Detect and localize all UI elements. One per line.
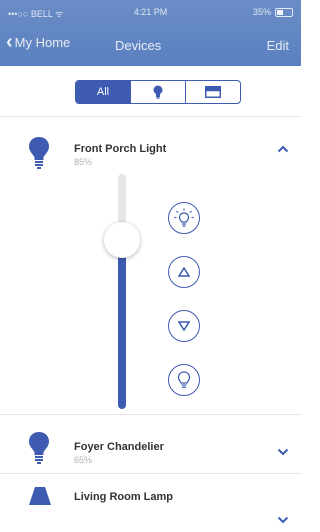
device-name: Living Room Lamp (74, 491, 173, 503)
status-bar: •••○○ BELL ᯤ 4:21 PM 35% (0, 0, 301, 22)
device-row-foyer-chandelier[interactable]: Foyer Chandelier 65% (0, 415, 301, 473)
battery-percent: 35% (252, 7, 271, 17)
filter-all-tab[interactable]: All (76, 81, 131, 103)
device-level: 65% (74, 455, 93, 465)
lightbulb-icon (29, 432, 49, 464)
brighten-button[interactable] (168, 256, 200, 288)
device-name: Foyer Chandelier (74, 441, 164, 453)
dim-button[interactable] (168, 310, 200, 342)
filter-bar: All (0, 66, 301, 116)
lightbulb-icon (153, 85, 163, 99)
triangle-up-icon (178, 267, 190, 277)
device-filter-control: All (75, 80, 241, 104)
lightbulb-off-icon (177, 371, 191, 388)
chevron-down-icon[interactable] (277, 448, 289, 456)
back-button[interactable]: ‹ My Home (6, 31, 71, 53)
device-name: Front Porch Light (74, 143, 167, 155)
filter-lights-tab[interactable] (131, 81, 186, 103)
nav-bar: ‹ My Home Devices Edit (0, 28, 301, 58)
edit-button[interactable]: Edit (267, 38, 289, 53)
lightbulb-on-icon (174, 208, 194, 227)
filter-shades-tab[interactable] (186, 81, 240, 103)
app-header: •••○○ BELL ᯤ 4:21 PM 35% ‹ My Home Devic… (0, 0, 301, 66)
filter-all-label: All (96, 86, 110, 98)
turn-off-button[interactable] (168, 364, 200, 396)
chevron-left-icon: ‹ (6, 31, 13, 53)
window-shade-icon (205, 86, 221, 98)
device-level: 85% (74, 157, 93, 167)
back-button-label: My Home (14, 34, 71, 50)
brightness-slider-fill (118, 239, 126, 409)
page-title: Devices (115, 38, 162, 53)
lightbulb-icon (29, 137, 49, 169)
device-row-front-porch-light[interactable]: Front Porch Light 85% (0, 117, 301, 175)
brightness-slider-track[interactable] (118, 174, 126, 409)
chevron-down-icon[interactable] (277, 516, 289, 524)
lamp-icon (29, 487, 51, 505)
dimmer-panel (0, 174, 301, 414)
battery-icon (275, 8, 293, 17)
triangle-down-icon (178, 321, 190, 331)
device-row-living-room-lamp[interactable]: Living Room Lamp (0, 474, 301, 532)
brightness-slider-knob[interactable] (104, 221, 140, 258)
full-brightness-button[interactable] (168, 202, 200, 234)
chevron-up-icon[interactable] (277, 145, 289, 153)
